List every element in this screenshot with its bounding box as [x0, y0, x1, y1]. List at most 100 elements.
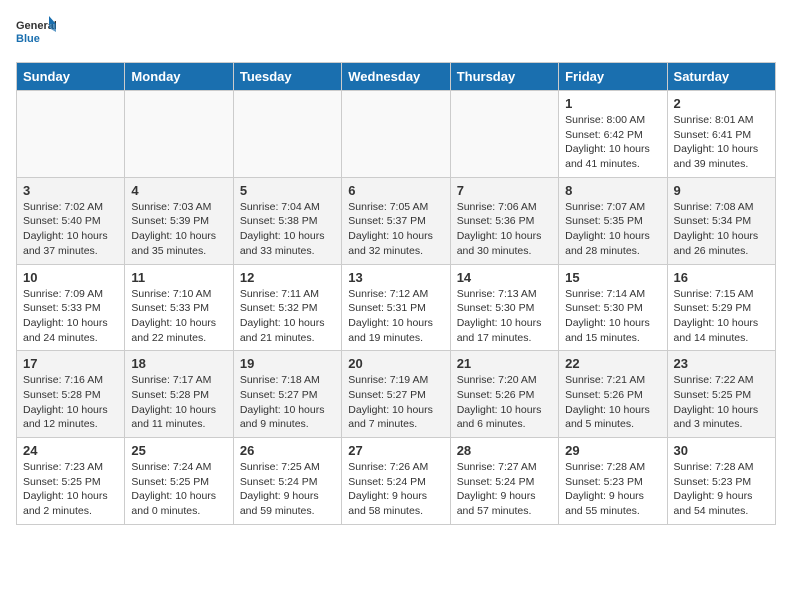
- day-number: 15: [565, 270, 660, 285]
- calendar-cell: 1 Sunrise: 8:00 AM Sunset: 6:42 PM Daylig…: [559, 91, 667, 178]
- calendar-cell: 4 Sunrise: 7:03 AM Sunset: 5:39 PM Daylig…: [125, 177, 233, 264]
- calendar-cell: 28 Sunrise: 7:27 AM Sunset: 5:24 PM Dayli…: [450, 438, 558, 525]
- day-info: Sunrise: 7:17 AM Sunset: 5:28 PM Dayligh…: [131, 373, 226, 432]
- calendar-cell: 21 Sunrise: 7:20 AM Sunset: 5:26 PM Dayli…: [450, 351, 558, 438]
- logo-icon: General Blue: [16, 16, 56, 52]
- calendar-cell: [233, 91, 341, 178]
- day-info: Sunrise: 7:13 AM Sunset: 5:30 PM Dayligh…: [457, 287, 552, 346]
- day-number: 8: [565, 183, 660, 198]
- calendar-cell: [450, 91, 558, 178]
- day-info: Sunrise: 7:04 AM Sunset: 5:38 PM Dayligh…: [240, 200, 335, 259]
- day-number: 26: [240, 443, 335, 458]
- weekday-header-row: SundayMondayTuesdayWednesdayThursdayFrid…: [17, 63, 776, 91]
- day-number: 16: [674, 270, 769, 285]
- calendar-cell: [125, 91, 233, 178]
- day-number: 1: [565, 96, 660, 111]
- day-number: 11: [131, 270, 226, 285]
- day-number: 23: [674, 356, 769, 371]
- day-number: 2: [674, 96, 769, 111]
- weekday-header-tuesday: Tuesday: [233, 63, 341, 91]
- calendar-cell: 14 Sunrise: 7:13 AM Sunset: 5:30 PM Dayli…: [450, 264, 558, 351]
- day-info: Sunrise: 7:03 AM Sunset: 5:39 PM Dayligh…: [131, 200, 226, 259]
- calendar-cell: 25Sunrise: 7:24 AM Sunset: 5:25 PM Dayli…: [125, 438, 233, 525]
- day-info: Sunrise: 7:09 AM Sunset: 5:33 PM Dayligh…: [23, 287, 118, 346]
- day-info: Sunrise: 7:16 AM Sunset: 5:28 PM Dayligh…: [23, 373, 118, 432]
- day-number: 25: [131, 443, 226, 458]
- day-info: Sunrise: 8:00 AM Sunset: 6:42 PM Dayligh…: [565, 113, 660, 172]
- day-info: Sunrise: 7:18 AM Sunset: 5:27 PM Dayligh…: [240, 373, 335, 432]
- day-info: Sunrise: 7:20 AM Sunset: 5:26 PM Dayligh…: [457, 373, 552, 432]
- day-info: Sunrise: 7:07 AM Sunset: 5:35 PM Dayligh…: [565, 200, 660, 259]
- calendar-cell: 16 Sunrise: 7:15 AM Sunset: 5:29 PM Dayli…: [667, 264, 775, 351]
- day-number: 28: [457, 443, 552, 458]
- day-info: Sunrise: 7:28 AM Sunset: 5:23 PM Dayligh…: [674, 460, 769, 519]
- calendar-cell: 17 Sunrise: 7:16 AM Sunset: 5:28 PM Dayli…: [17, 351, 125, 438]
- day-number: 29: [565, 443, 660, 458]
- day-number: 24: [23, 443, 118, 458]
- week-row-4: 17 Sunrise: 7:16 AM Sunset: 5:28 PM Dayli…: [17, 351, 776, 438]
- day-number: 13: [348, 270, 443, 285]
- day-number: 10: [23, 270, 118, 285]
- day-info: Sunrise: 7:25 AM Sunset: 5:24 PM Dayligh…: [240, 460, 335, 519]
- week-row-5: 24 Sunrise: 7:23 AM Sunset: 5:25 PM Dayli…: [17, 438, 776, 525]
- calendar-cell: 7Sunrise: 7:06 AM Sunset: 5:36 PM Daylig…: [450, 177, 558, 264]
- calendar-cell: 24 Sunrise: 7:23 AM Sunset: 5:25 PM Dayli…: [17, 438, 125, 525]
- day-number: 5: [240, 183, 335, 198]
- day-info: Sunrise: 7:15 AM Sunset: 5:29 PM Dayligh…: [674, 287, 769, 346]
- calendar-cell: [342, 91, 450, 178]
- day-info: Sunrise: 7:02 AM Sunset: 5:40 PM Dayligh…: [23, 200, 118, 259]
- day-info: Sunrise: 7:28 AM Sunset: 5:23 PM Dayligh…: [565, 460, 660, 519]
- calendar-cell: 20 Sunrise: 7:19 AM Sunset: 5:27 PM Dayli…: [342, 351, 450, 438]
- calendar-cell: 27 Sunrise: 7:26 AM Sunset: 5:24 PM Dayli…: [342, 438, 450, 525]
- day-number: 17: [23, 356, 118, 371]
- week-row-1: 1 Sunrise: 8:00 AM Sunset: 6:42 PM Daylig…: [17, 91, 776, 178]
- day-number: 27: [348, 443, 443, 458]
- calendar-cell: 22 Sunrise: 7:21 AM Sunset: 5:26 PM Dayli…: [559, 351, 667, 438]
- day-info: Sunrise: 7:14 AM Sunset: 5:30 PM Dayligh…: [565, 287, 660, 346]
- day-number: 18: [131, 356, 226, 371]
- calendar-cell: 10 Sunrise: 7:09 AM Sunset: 5:33 PM Dayli…: [17, 264, 125, 351]
- weekday-header-friday: Friday: [559, 63, 667, 91]
- week-row-3: 10 Sunrise: 7:09 AM Sunset: 5:33 PM Dayli…: [17, 264, 776, 351]
- logo: General Blue: [16, 16, 56, 52]
- calendar-cell: 2 Sunrise: 8:01 AM Sunset: 6:41 PM Daylig…: [667, 91, 775, 178]
- day-number: 19: [240, 356, 335, 371]
- weekday-header-saturday: Saturday: [667, 63, 775, 91]
- day-info: Sunrise: 7:27 AM Sunset: 5:24 PM Dayligh…: [457, 460, 552, 519]
- weekday-header-wednesday: Wednesday: [342, 63, 450, 91]
- calendar-cell: 6 Sunrise: 7:05 AM Sunset: 5:37 PM Daylig…: [342, 177, 450, 264]
- day-info: Sunrise: 7:22 AM Sunset: 5:25 PM Dayligh…: [674, 373, 769, 432]
- calendar-cell: 15 Sunrise: 7:14 AM Sunset: 5:30 PM Dayli…: [559, 264, 667, 351]
- calendar-cell: 12Sunrise: 7:11 AM Sunset: 5:32 PM Dayli…: [233, 264, 341, 351]
- day-number: 14: [457, 270, 552, 285]
- day-info: Sunrise: 7:19 AM Sunset: 5:27 PM Dayligh…: [348, 373, 443, 432]
- calendar-cell: 3Sunrise: 7:02 AM Sunset: 5:40 PM Daylig…: [17, 177, 125, 264]
- day-number: 9: [674, 183, 769, 198]
- calendar-cell: 23 Sunrise: 7:22 AM Sunset: 5:25 PM Dayli…: [667, 351, 775, 438]
- day-info: Sunrise: 7:26 AM Sunset: 5:24 PM Dayligh…: [348, 460, 443, 519]
- day-info: Sunrise: 7:23 AM Sunset: 5:25 PM Dayligh…: [23, 460, 118, 519]
- day-number: 6: [348, 183, 443, 198]
- calendar-cell: 30Sunrise: 7:28 AM Sunset: 5:23 PM Dayli…: [667, 438, 775, 525]
- day-info: Sunrise: 7:10 AM Sunset: 5:33 PM Dayligh…: [131, 287, 226, 346]
- day-number: 20: [348, 356, 443, 371]
- day-number: 22: [565, 356, 660, 371]
- day-number: 4: [131, 183, 226, 198]
- day-info: Sunrise: 7:08 AM Sunset: 5:34 PM Dayligh…: [674, 200, 769, 259]
- day-number: 21: [457, 356, 552, 371]
- calendar-cell: 18 Sunrise: 7:17 AM Sunset: 5:28 PM Dayli…: [125, 351, 233, 438]
- weekday-header-sunday: Sunday: [17, 63, 125, 91]
- day-info: Sunrise: 7:05 AM Sunset: 5:37 PM Dayligh…: [348, 200, 443, 259]
- calendar-cell: 8 Sunrise: 7:07 AM Sunset: 5:35 PM Daylig…: [559, 177, 667, 264]
- day-info: Sunrise: 7:11 AM Sunset: 5:32 PM Dayligh…: [240, 287, 335, 346]
- calendar-cell: 13 Sunrise: 7:12 AM Sunset: 5:31 PM Dayli…: [342, 264, 450, 351]
- page-header: General Blue: [16, 16, 776, 52]
- day-info: Sunrise: 7:06 AM Sunset: 5:36 PM Dayligh…: [457, 200, 552, 259]
- svg-text:Blue: Blue: [16, 33, 40, 45]
- day-info: Sunrise: 8:01 AM Sunset: 6:41 PM Dayligh…: [674, 113, 769, 172]
- calendar-cell: 26 Sunrise: 7:25 AM Sunset: 5:24 PM Dayli…: [233, 438, 341, 525]
- calendar-table: SundayMondayTuesdayWednesdayThursdayFrid…: [16, 62, 776, 525]
- day-info: Sunrise: 7:21 AM Sunset: 5:26 PM Dayligh…: [565, 373, 660, 432]
- calendar-cell: [17, 91, 125, 178]
- day-info: Sunrise: 7:12 AM Sunset: 5:31 PM Dayligh…: [348, 287, 443, 346]
